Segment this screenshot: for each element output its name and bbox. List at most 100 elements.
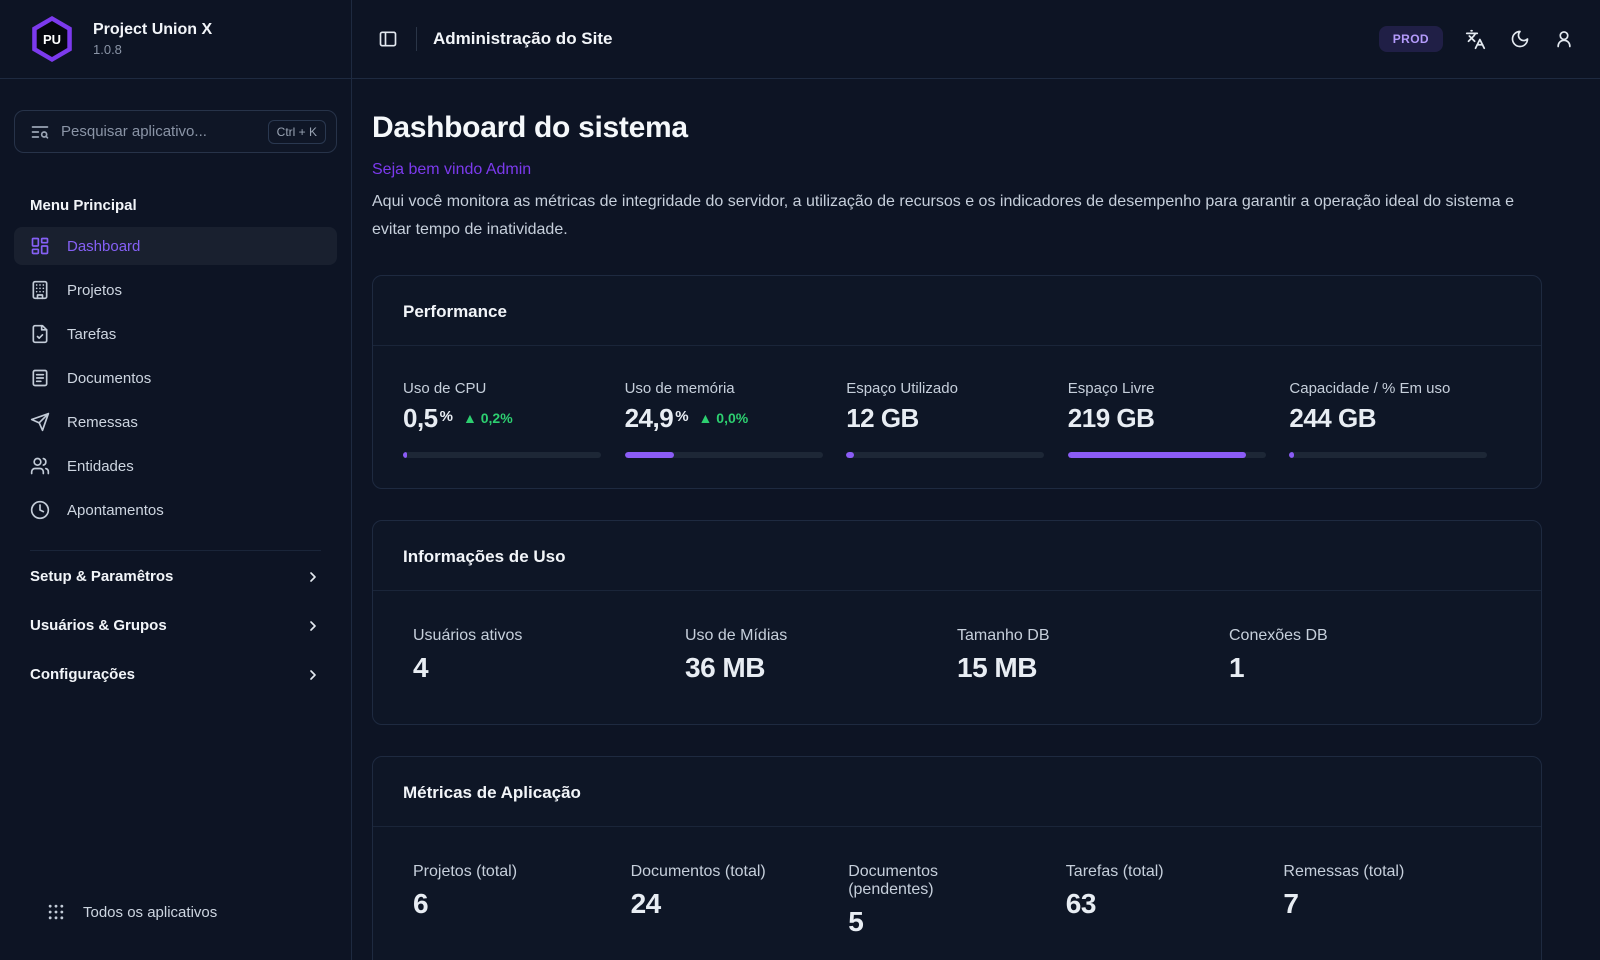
menu-section-title: Menu Principal xyxy=(30,197,321,214)
metric-space-free: Espaço Livre 219 GB xyxy=(1068,380,1290,458)
group-label: Usuários & Grupos xyxy=(30,617,167,634)
user-icon xyxy=(1554,29,1574,49)
metric-label: Tarefas (total) xyxy=(1066,863,1284,881)
main-area: Administração do Site PROD Dashboard do … xyxy=(352,0,1600,960)
metric-value: 36 MB xyxy=(685,652,957,684)
sidebar-item-label: Apontamentos xyxy=(67,502,164,519)
sidebar-item-documentos[interactable]: Documentos xyxy=(14,359,337,397)
clock-icon xyxy=(30,500,50,520)
search-input[interactable]: Pesquisar aplicativo... Ctrl + K xyxy=(14,110,337,153)
metric-projects-total: Projetos (total) 6 xyxy=(413,863,631,938)
metric-label: Capacidade / % Em uso xyxy=(1289,380,1511,397)
metric-label: Uso de CPU xyxy=(403,380,625,397)
sidebar-item-tarefas[interactable]: Tarefas xyxy=(14,315,337,353)
search-placeholder: Pesquisar aplicativo... xyxy=(61,123,257,140)
sidebar-group-configuracoes[interactable]: Configurações xyxy=(14,650,337,699)
metric-value: 6 xyxy=(413,888,631,920)
sidebar-item-projetos[interactable]: Projetos xyxy=(14,271,337,309)
metric-label: Usuários ativos xyxy=(413,627,685,645)
panel-left-icon xyxy=(378,29,398,49)
sidebar-group-setup-parametros[interactable]: Setup & Paramêtros xyxy=(14,552,337,601)
metric-memory: Uso de memória 24,9%▲ 0,0% xyxy=(625,380,847,458)
progress-track xyxy=(403,452,601,458)
card-header: Métricas de Aplicação xyxy=(373,757,1541,827)
metric-value: 24,9 xyxy=(625,404,674,433)
metric-value: 63 xyxy=(1066,888,1284,920)
page-description: Aqui você monitora as métricas de integr… xyxy=(372,188,1542,244)
sidebar-item-remessas[interactable]: Remessas xyxy=(14,403,337,441)
topbar-divider xyxy=(416,27,417,51)
topbar: Administração do Site PROD xyxy=(352,0,1600,79)
sidebar-toggle-button[interactable] xyxy=(376,27,400,51)
send-icon xyxy=(30,412,50,432)
progress-track xyxy=(1289,452,1487,458)
metric-label: Documentos (pendentes) xyxy=(848,863,1066,899)
metric-value: 7 xyxy=(1283,888,1501,920)
building-icon xyxy=(30,280,50,300)
page-breadcrumb-title: Administração do Site xyxy=(433,29,612,49)
metric-value: 15 MB xyxy=(957,652,1229,684)
metric-label: Uso de Mídias xyxy=(685,627,957,645)
card-header: Performance xyxy=(373,276,1541,346)
sidebar-header: PU Project Union X 1.0.8 xyxy=(0,0,351,79)
metric-capacity: Capacidade / % Em uso 244 GB xyxy=(1289,380,1511,458)
app-logo: PU xyxy=(30,16,74,62)
metric-value: 4 xyxy=(413,652,685,684)
metric-value: 5 xyxy=(848,906,1066,938)
sidebar-item-apontamentos[interactable]: Apontamentos xyxy=(14,491,337,529)
metric-label: Tamanho DB xyxy=(957,627,1229,645)
metric-label: Espaço Utilizado xyxy=(846,380,1068,397)
performance-metrics-grid: Uso de CPU 0,5%▲ 0,2% Uso de memória 24,… xyxy=(373,346,1541,488)
app-name: Project Union X xyxy=(93,21,212,39)
app-metrics-grid: Projetos (total) 6 Documentos (total) 24… xyxy=(373,827,1541,960)
language-button[interactable] xyxy=(1463,27,1488,52)
metric-label: Uso de memória xyxy=(625,380,847,397)
metric-cpu: Uso de CPU 0,5%▲ 0,2% xyxy=(403,380,625,458)
metric-value: 12 GB xyxy=(846,404,919,433)
users-icon xyxy=(30,456,50,476)
metric-label: Remessas (total) xyxy=(1283,863,1501,881)
card-title: Performance xyxy=(403,302,507,321)
metric-label: Conexões DB xyxy=(1229,627,1501,645)
grid-dots-icon xyxy=(46,902,66,922)
chevron-right-icon xyxy=(305,667,321,683)
moon-icon xyxy=(1510,29,1530,49)
metric-value: 0,5 xyxy=(403,404,438,433)
sidebar-item-dashboard[interactable]: Dashboard xyxy=(14,227,337,265)
search-icon xyxy=(30,122,50,142)
sidebar-item-entidades[interactable]: Entidades xyxy=(14,447,337,485)
environment-badge: PROD xyxy=(1379,26,1443,52)
group-label: Configurações xyxy=(30,666,135,683)
all-apps-button[interactable]: Todos os aplicativos xyxy=(30,902,321,922)
metric-db-connections: Conexões DB 1 xyxy=(1229,627,1501,684)
sidebar: PU Project Union X 1.0.8 Pesquisar aplic… xyxy=(0,0,352,960)
sidebar-divider xyxy=(30,550,321,551)
metric-delta: ▲ 0,2% xyxy=(463,410,513,426)
layout-dashboard-icon xyxy=(30,236,50,256)
metric-shipments-total: Remessas (total) 7 xyxy=(1283,863,1501,938)
metric-value: 219 GB xyxy=(1068,404,1155,433)
metric-label: Documentos (total) xyxy=(631,863,849,881)
usage-metrics-grid: Usuários ativos 4 Uso de Mídias 36 MB Ta… xyxy=(373,591,1541,724)
metric-space-used: Espaço Utilizado 12 GB xyxy=(846,380,1068,458)
progress-fill xyxy=(1068,452,1246,458)
metric-active-users: Usuários ativos 4 xyxy=(413,627,685,684)
progress-fill xyxy=(1289,452,1294,458)
main-nav: Dashboard Projetos Tarefas Documentos xyxy=(14,227,337,529)
metric-tasks-total: Tarefas (total) 63 xyxy=(1066,863,1284,938)
app-version: 1.0.8 xyxy=(93,42,212,57)
user-menu-button[interactable] xyxy=(1552,27,1576,51)
metric-db-size: Tamanho DB 15 MB xyxy=(957,627,1229,684)
shortcut-badge: Ctrl + K xyxy=(268,120,326,144)
dark-mode-button[interactable] xyxy=(1508,27,1532,51)
sidebar-body: Pesquisar aplicativo... Ctrl + K Menu Pr… xyxy=(0,79,351,960)
all-apps-label: Todos os aplicativos xyxy=(83,904,217,921)
metric-documents-total: Documentos (total) 24 xyxy=(631,863,849,938)
metric-value: 24 xyxy=(631,888,849,920)
sidebar-item-label: Remessas xyxy=(67,414,138,431)
card-title: Métricas de Aplicação xyxy=(403,783,581,802)
sidebar-group-usuarios-grupos[interactable]: Usuários & Grupos xyxy=(14,601,337,650)
progress-fill xyxy=(846,452,854,458)
sidebar-item-label: Dashboard xyxy=(67,238,140,255)
metric-documents-pending: Documentos (pendentes) 5 xyxy=(848,863,1066,938)
